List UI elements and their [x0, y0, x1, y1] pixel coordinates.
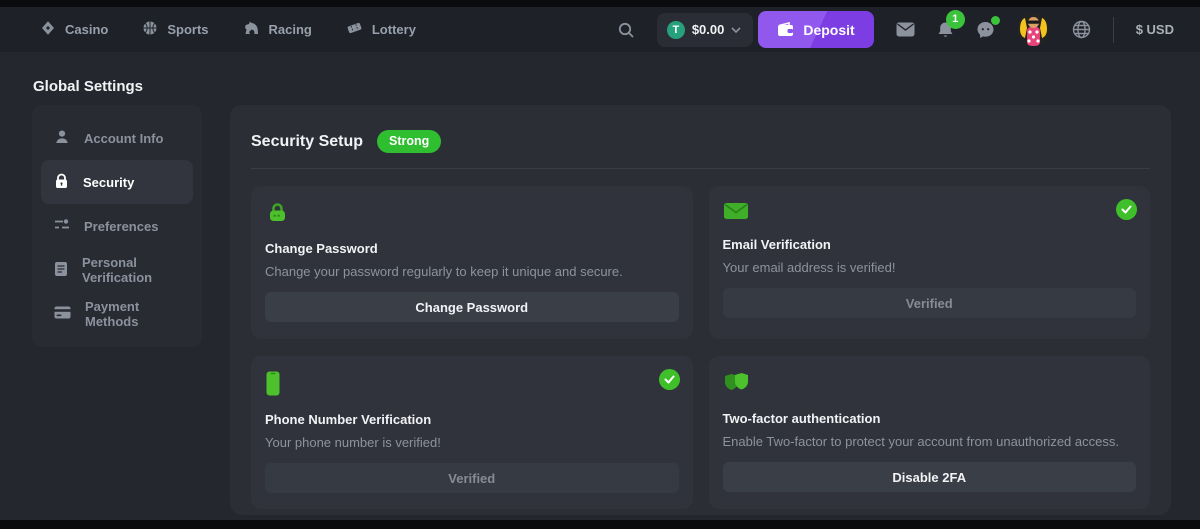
user-icon	[54, 129, 70, 148]
panel-header: Security Setup Strong	[251, 130, 1150, 153]
nav-sports[interactable]: Sports	[142, 20, 208, 39]
tether-coin-icon: T	[667, 21, 685, 39]
sidebar-item-label: Account Info	[84, 131, 163, 146]
page-title: Global Settings	[33, 78, 143, 95]
nav-racing[interactable]: Racing	[243, 20, 312, 39]
sidebar-item-security[interactable]: Security	[41, 160, 193, 204]
document-icon	[54, 261, 68, 280]
lottery-ticket-icon	[346, 20, 363, 39]
currency-selector[interactable]: $ USD	[1136, 22, 1174, 37]
sidebar-item-personal-verification[interactable]: Personal Verification	[41, 248, 193, 292]
verified-check-icon	[659, 369, 680, 390]
card-change-password: Change Password Change your password reg…	[251, 186, 693, 339]
panel-divider	[251, 168, 1150, 169]
balance-amount: $0.00	[692, 22, 725, 37]
disable-2fa-button[interactable]: Disable 2FA	[723, 462, 1137, 492]
nav-lottery-label: Lottery	[372, 22, 416, 37]
notifications-bell-icon[interactable]: 1	[937, 21, 954, 39]
nav-sports-label: Sports	[167, 22, 208, 37]
card-description: Your phone number is verified!	[265, 435, 679, 450]
dual-shields-green-icon	[723, 382, 750, 399]
card-description: Change your password regularly to keep i…	[265, 264, 679, 279]
chat-icon[interactable]	[976, 21, 995, 39]
padlock-green-icon	[265, 212, 290, 229]
sidebar-item-preferences[interactable]: Preferences	[41, 204, 193, 248]
deposit-button[interactable]: Deposit	[758, 11, 873, 48]
panel-title: Security Setup	[251, 133, 363, 151]
wallet-icon	[777, 22, 794, 37]
nav-lottery[interactable]: Lottery	[346, 20, 416, 39]
sidebar-item-label: Preferences	[84, 219, 158, 234]
credit-card-icon	[54, 306, 71, 322]
app-window: Casino Sports Racing Lottery T	[0, 7, 1200, 520]
nav-casino-label: Casino	[65, 22, 108, 37]
chat-online-dot	[991, 16, 1000, 25]
sidebar-item-label: Payment Methods	[85, 299, 180, 329]
top-navbar: Casino Sports Racing Lottery T	[0, 7, 1200, 52]
card-title: Email Verification	[723, 237, 1137, 252]
card-title: Phone Number Verification	[265, 412, 679, 427]
card-two-factor: Two-factor authentication Enable Two-fac…	[709, 356, 1151, 509]
sidebar-item-payment-methods[interactable]: Payment Methods	[41, 292, 193, 336]
card-description: Your email address is verified!	[723, 260, 1137, 275]
balance-dropdown[interactable]: T $0.00	[657, 13, 754, 47]
nav-right-controls: T $0.00 Deposit 1	[617, 11, 1174, 48]
nav-divider	[1113, 17, 1114, 43]
envelope-green-icon	[723, 208, 749, 225]
phone-verified-button[interactable]: Verified	[265, 463, 679, 493]
language-globe-icon[interactable]	[1072, 20, 1091, 39]
sports-icon	[142, 20, 158, 39]
lock-icon	[54, 173, 69, 192]
card-email-verification: Email Verification Your email address is…	[709, 186, 1151, 339]
security-cards-grid: Change Password Change your password reg…	[251, 186, 1150, 509]
mail-icon[interactable]	[896, 22, 915, 37]
sidebar-item-label: Personal Verification	[82, 255, 180, 285]
sidebar-item-account-info[interactable]: Account Info	[41, 116, 193, 160]
chevron-down-icon	[731, 27, 741, 33]
wallet-controls: T $0.00 Deposit	[657, 11, 874, 48]
casino-icon	[40, 20, 56, 39]
settings-sidebar: Account Info Security Preferences Person…	[32, 105, 202, 347]
email-verified-button[interactable]: Verified	[723, 288, 1137, 318]
primary-nav: Casino Sports Racing Lottery	[40, 20, 416, 39]
sliders-icon	[54, 218, 70, 235]
nav-racing-label: Racing	[269, 22, 312, 37]
security-strength-badge: Strong	[377, 130, 441, 153]
smartphone-green-icon	[265, 383, 281, 400]
card-title: Change Password	[265, 241, 679, 256]
deposit-label: Deposit	[803, 22, 854, 38]
card-description: Enable Two-factor to protect your accoun…	[723, 434, 1137, 449]
search-icon[interactable]	[617, 21, 635, 39]
verified-check-icon	[1116, 199, 1137, 220]
notification-count-badge: 1	[946, 10, 965, 29]
sidebar-item-label: Security	[83, 175, 134, 190]
card-phone-verification: Phone Number Verification Your phone num…	[251, 356, 693, 509]
change-password-button[interactable]: Change Password	[265, 292, 679, 322]
security-setup-panel: Security Setup Strong Change Password Ch…	[230, 105, 1171, 515]
user-avatar[interactable]	[1017, 13, 1050, 46]
racing-horse-icon	[243, 20, 260, 39]
card-title: Two-factor authentication	[723, 411, 1137, 426]
nav-casino[interactable]: Casino	[40, 20, 108, 39]
